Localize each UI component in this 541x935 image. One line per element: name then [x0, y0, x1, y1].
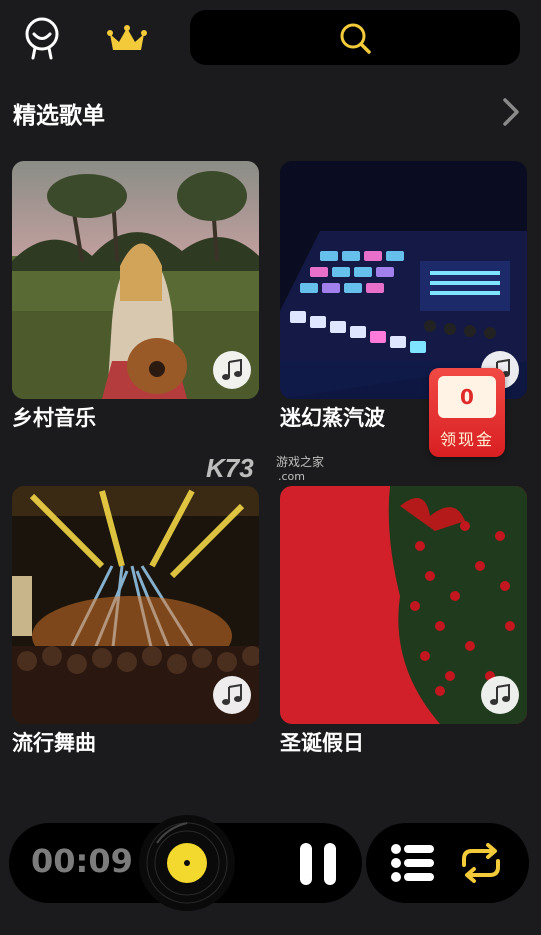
playlist-button[interactable]	[390, 843, 436, 883]
playlist-cover	[12, 161, 259, 399]
chevron-right-icon	[503, 98, 519, 126]
cash-count: 0	[438, 376, 496, 418]
music-note-icon	[490, 684, 510, 705]
vip-button[interactable]	[106, 24, 148, 54]
play-playlist-button[interactable]	[481, 676, 519, 714]
playlist-label: 流行舞曲	[12, 731, 96, 755]
repeat-icon	[462, 843, 500, 883]
more-button[interactable]	[500, 96, 522, 128]
playlist-cover	[12, 486, 259, 724]
pause-icon	[300, 843, 336, 885]
svg-text:K73: K73	[206, 453, 254, 483]
music-note-icon	[222, 684, 242, 705]
playlist-card-christmas[interactable]: 圣诞假日	[280, 486, 527, 758]
playlist-cover	[280, 161, 527, 399]
music-note-icon	[222, 359, 242, 380]
playlist-label: 乡村音乐	[12, 406, 96, 430]
playlist-card-dance[interactable]: 流行舞曲	[12, 486, 259, 758]
search-bar[interactable]	[190, 10, 520, 65]
playback-time: 00:09	[31, 842, 133, 880]
svg-text:.com: .com	[278, 470, 305, 483]
play-playlist-button[interactable]	[213, 676, 251, 714]
profile-button[interactable]	[22, 16, 62, 60]
playlist-label: 圣诞假日	[280, 731, 364, 755]
mini-player[interactable]: 00:09	[9, 815, 362, 911]
playlist-card-country[interactable]: 乡村音乐	[12, 161, 259, 433]
cash-reward-badge[interactable]: 0 领现金	[429, 368, 505, 457]
repeat-button[interactable]	[458, 843, 504, 883]
pause-button[interactable]	[296, 841, 340, 887]
section-title: 精选歌单	[13, 103, 105, 129]
watermark-logo: K73 游戏之家 .com	[206, 450, 336, 486]
list-icon	[391, 844, 434, 882]
playlist-cover	[280, 486, 527, 724]
cash-label: 领现金	[439, 430, 494, 449]
vinyl-disc-icon	[139, 815, 235, 911]
svg-text:游戏之家: 游戏之家	[276, 454, 324, 469]
play-playlist-button[interactable]	[213, 351, 251, 389]
user-icon	[25, 17, 59, 60]
crown-icon	[107, 25, 147, 50]
search-icon	[340, 23, 371, 54]
now-playing-disc[interactable]	[137, 813, 237, 913]
player-controls	[366, 823, 529, 903]
